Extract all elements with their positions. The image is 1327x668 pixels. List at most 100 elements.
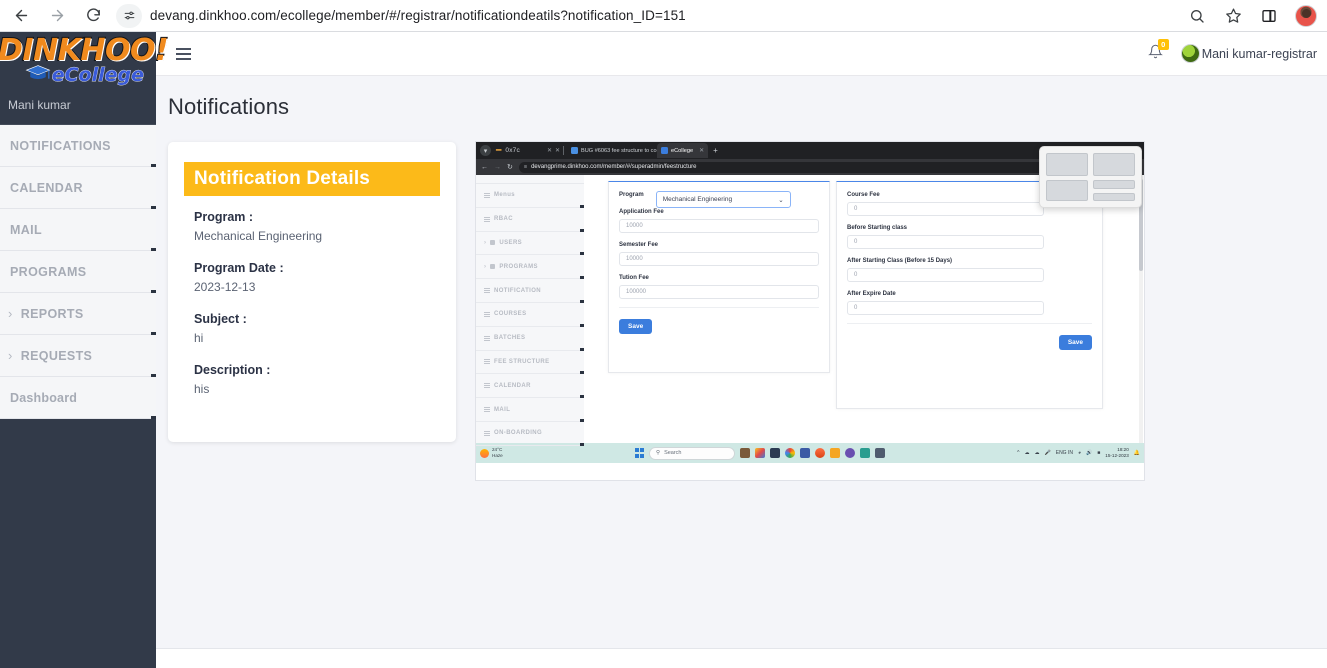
app-icon[interactable]: [830, 448, 841, 458]
screenshot-sidebar-item-programs[interactable]: › PROGRAMS: [476, 255, 584, 280]
site-settings-icon[interactable]: [116, 3, 142, 28]
address-bar[interactable]: devang.dinkhoo.com/ecollege/member/#/reg…: [116, 3, 1177, 28]
favicon-icon: [571, 147, 579, 154]
side-panel-icon[interactable]: [1259, 6, 1279, 26]
field-value: 2023-12-13: [194, 280, 256, 294]
field-label: Description :: [194, 363, 271, 377]
taskbar-pinned-apps: [740, 448, 886, 458]
close-icon[interactable]: ✕: [699, 147, 704, 154]
taskbar-search-box[interactable]: ⚲ Search: [649, 446, 736, 460]
reload-icon[interactable]: ↻: [507, 163, 513, 171]
battery-icon[interactable]: ■: [1097, 450, 1100, 456]
microphone-icon[interactable]: 🎤: [1045, 450, 1051, 456]
semester-fee-label: Semester Fee: [619, 242, 659, 249]
program-select[interactable]: Mechanical Engineering ⌄: [655, 191, 791, 208]
sidebar-item-reports[interactable]: › REPORTS: [0, 293, 156, 335]
wifi-icon[interactable]: ◕: [1078, 450, 1081, 456]
screenshot-tab-bug[interactable]: BUG #6063 fee structure to cou ✕: [567, 143, 657, 158]
sidebar-item-requests[interactable]: › REQUESTS: [0, 335, 156, 377]
sidebar-item-calendar[interactable]: CALENDAR: [0, 167, 156, 209]
bell-icon[interactable]: 0: [1147, 38, 1169, 64]
user-menu[interactable]: Mani kumar-registrar: [1180, 44, 1321, 63]
chevron-right-icon: ›: [8, 348, 13, 363]
logo-ecollege-text: eCollege: [51, 63, 144, 86]
sidebar-item-notifications[interactable]: NOTIFICATIONS: [0, 125, 156, 167]
screenshot-sidebar-item-users[interactable]: › USERS: [476, 232, 584, 256]
application-fee-input[interactable]: 10000: [619, 219, 819, 234]
back-arrow-icon[interactable]: ←: [481, 164, 488, 171]
sidebar-item-programs[interactable]: PROGRAMS: [0, 251, 156, 293]
screenshot-sidebar-item-on-boarding[interactable]: ON-BOARDING: [476, 422, 584, 446]
close-icon[interactable]: ✕: [555, 147, 560, 154]
tution-fee-input[interactable]: 100000: [619, 285, 819, 300]
screenshot-sidebar-item-calendar[interactable]: CALENDAR: [476, 374, 584, 399]
item-label: CALENDAR: [494, 382, 531, 389]
after-expire-date-input[interactable]: 0: [847, 301, 1044, 316]
screenshot-sidebar-item-mail[interactable]: MAIL: [476, 398, 584, 422]
after-starting-class-input[interactable]: 0: [847, 268, 1044, 283]
item-label: COURSES: [494, 311, 527, 318]
volume-icon[interactable]: 🔊: [1086, 450, 1092, 456]
app-icon[interactable]: [800, 448, 811, 458]
back-arrow-icon[interactable]: [10, 5, 32, 27]
cloud-icon[interactable]: ☁: [1025, 450, 1030, 456]
magnifier-icon[interactable]: [1187, 6, 1207, 26]
app-icon[interactable]: [815, 448, 826, 458]
app-icon[interactable]: [875, 448, 886, 458]
screenshot-sidebar-item-menus[interactable]: Menus: [476, 184, 584, 208]
folder-icon: [490, 264, 496, 270]
minimize-glyph-icon: ━: [496, 145, 502, 155]
tab-label: BUG #6063 fee structure to cou: [581, 147, 658, 154]
app-icon[interactable]: [755, 448, 766, 458]
save-button[interactable]: Save: [1058, 335, 1092, 351]
screenshot-sidebar-item-courses[interactable]: COURSES: [476, 303, 584, 327]
before-starting-class-input[interactable]: 0: [847, 235, 1044, 250]
semester-fee-input[interactable]: 10000: [619, 252, 819, 267]
scrollbar[interactable]: [1139, 175, 1143, 443]
tab-separator: [563, 146, 565, 155]
close-icon[interactable]: ✕: [547, 147, 552, 154]
snap-layouts-icon[interactable]: [1039, 146, 1142, 208]
input-value: 0: [854, 305, 858, 312]
sidebar-item-mail[interactable]: MAIL: [0, 209, 156, 251]
windows-start-icon[interactable]: [634, 448, 645, 458]
screenshot-sidebar-item-notification[interactable]: NOTIFICATION: [476, 279, 584, 303]
app-icon[interactable]: [740, 448, 751, 458]
weather-widget[interactable]: 24°C Haze: [480, 447, 503, 458]
favicon-icon: [661, 147, 669, 154]
chevron-right-icon: ›: [484, 239, 487, 246]
sidebar-item-label: REPORTS: [20, 306, 84, 321]
star-icon[interactable]: [1223, 6, 1243, 26]
taskbar-center: ⚲ Search: [634, 446, 886, 460]
language-indicator[interactable]: ENG IN: [1056, 450, 1073, 456]
forward-arrow-icon[interactable]: →: [494, 164, 501, 171]
app-icon[interactable]: [860, 448, 871, 458]
reload-icon[interactable]: [82, 5, 104, 27]
profile-avatar-icon[interactable]: [1295, 4, 1317, 27]
forward-arrow-icon[interactable]: [46, 5, 68, 27]
content-row: Notification Details Program : Mechanica…: [168, 142, 1327, 480]
screenshot-tab-ecollege[interactable]: eCollege ✕: [657, 143, 709, 158]
taskbar-clock[interactable]: 18:20 15-12-2023: [1105, 447, 1129, 459]
screenshot-sidebar-item-fee-structure[interactable]: FEE STRUCTURE: [476, 351, 584, 375]
field-description: Description : his: [184, 363, 440, 396]
field-value: his: [194, 382, 210, 396]
brand-logo[interactable]: DINKHOO! eCollege: [0, 32, 170, 86]
screenshot-sidebar-item-batches[interactable]: BATCHES: [476, 327, 584, 351]
course-fee-input[interactable]: 0: [847, 202, 1044, 217]
app-icon[interactable]: [770, 448, 781, 458]
hamburger-menu-icon[interactable]: [172, 44, 195, 64]
field-label: Subject :: [194, 312, 247, 326]
chevron-up-icon[interactable]: ^: [1017, 450, 1019, 456]
clock-date: 15-12-2023: [1105, 453, 1129, 458]
app-icon[interactable]: [845, 448, 856, 458]
screenshot-sidebar-item-rbac[interactable]: RBAC: [476, 208, 584, 232]
app-icon[interactable]: [785, 448, 796, 458]
onedrive-icon[interactable]: ☁: [1035, 450, 1040, 456]
sidebar-item-dashboard[interactable]: Dashboard: [0, 377, 156, 419]
notification-bell-icon[interactable]: 🔔: [1134, 450, 1140, 456]
plus-icon[interactable]: +: [713, 146, 718, 155]
input-value: 0: [854, 272, 858, 279]
screenshot-fee-card-left: Program Mechanical Engineering ⌄ Applica…: [608, 181, 830, 373]
save-button[interactable]: Save: [619, 319, 653, 335]
